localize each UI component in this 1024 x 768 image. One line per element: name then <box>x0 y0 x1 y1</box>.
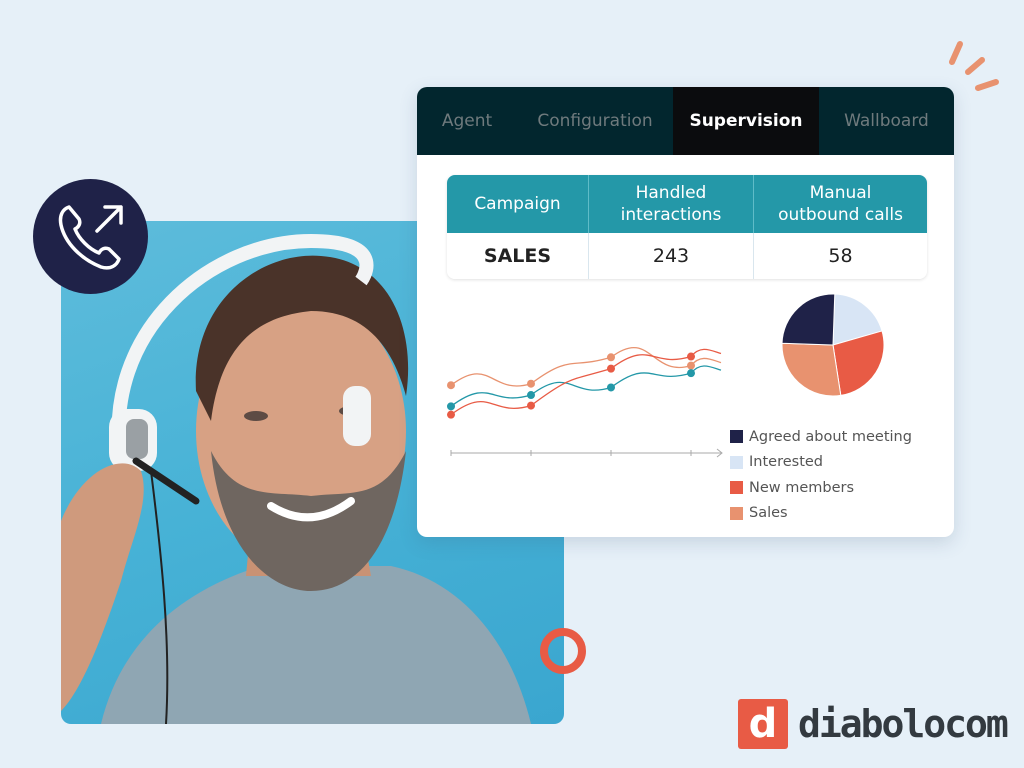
call-badge <box>33 179 148 294</box>
legend-label: Sales <box>749 505 788 522</box>
legend-label: New members <box>749 479 855 496</box>
legend-item-new-members: New members <box>730 475 912 501</box>
brand-logo[interactable]: d diabolocom <box>738 699 1009 749</box>
legend-item-interested: Interested <box>730 450 912 476</box>
pie-slice-agreed-about-meeting <box>781 293 836 346</box>
legend-item-sales: Sales <box>730 501 912 527</box>
legend-swatch <box>730 481 743 495</box>
pie-legend: Agreed about meeting Interested New memb… <box>730 424 912 526</box>
pie-slice-sales <box>781 342 842 397</box>
decorative-ring <box>540 628 586 674</box>
phone-outgoing-icon <box>58 204 123 270</box>
legend-item-agreed: Agreed about meeting <box>730 424 912 450</box>
pie-slices <box>781 293 885 397</box>
brand-mark-icon: d <box>738 699 788 749</box>
legend-swatch <box>730 430 743 444</box>
brand-name: diabolocom <box>798 702 1009 746</box>
legend-swatch <box>730 455 743 469</box>
legend-label: Interested <box>749 454 824 471</box>
supervision-card: Agent Configuration Supervision Wallboar… <box>417 87 954 537</box>
legend-swatch <box>730 506 743 520</box>
legend-label: Agreed about meeting <box>749 428 912 445</box>
